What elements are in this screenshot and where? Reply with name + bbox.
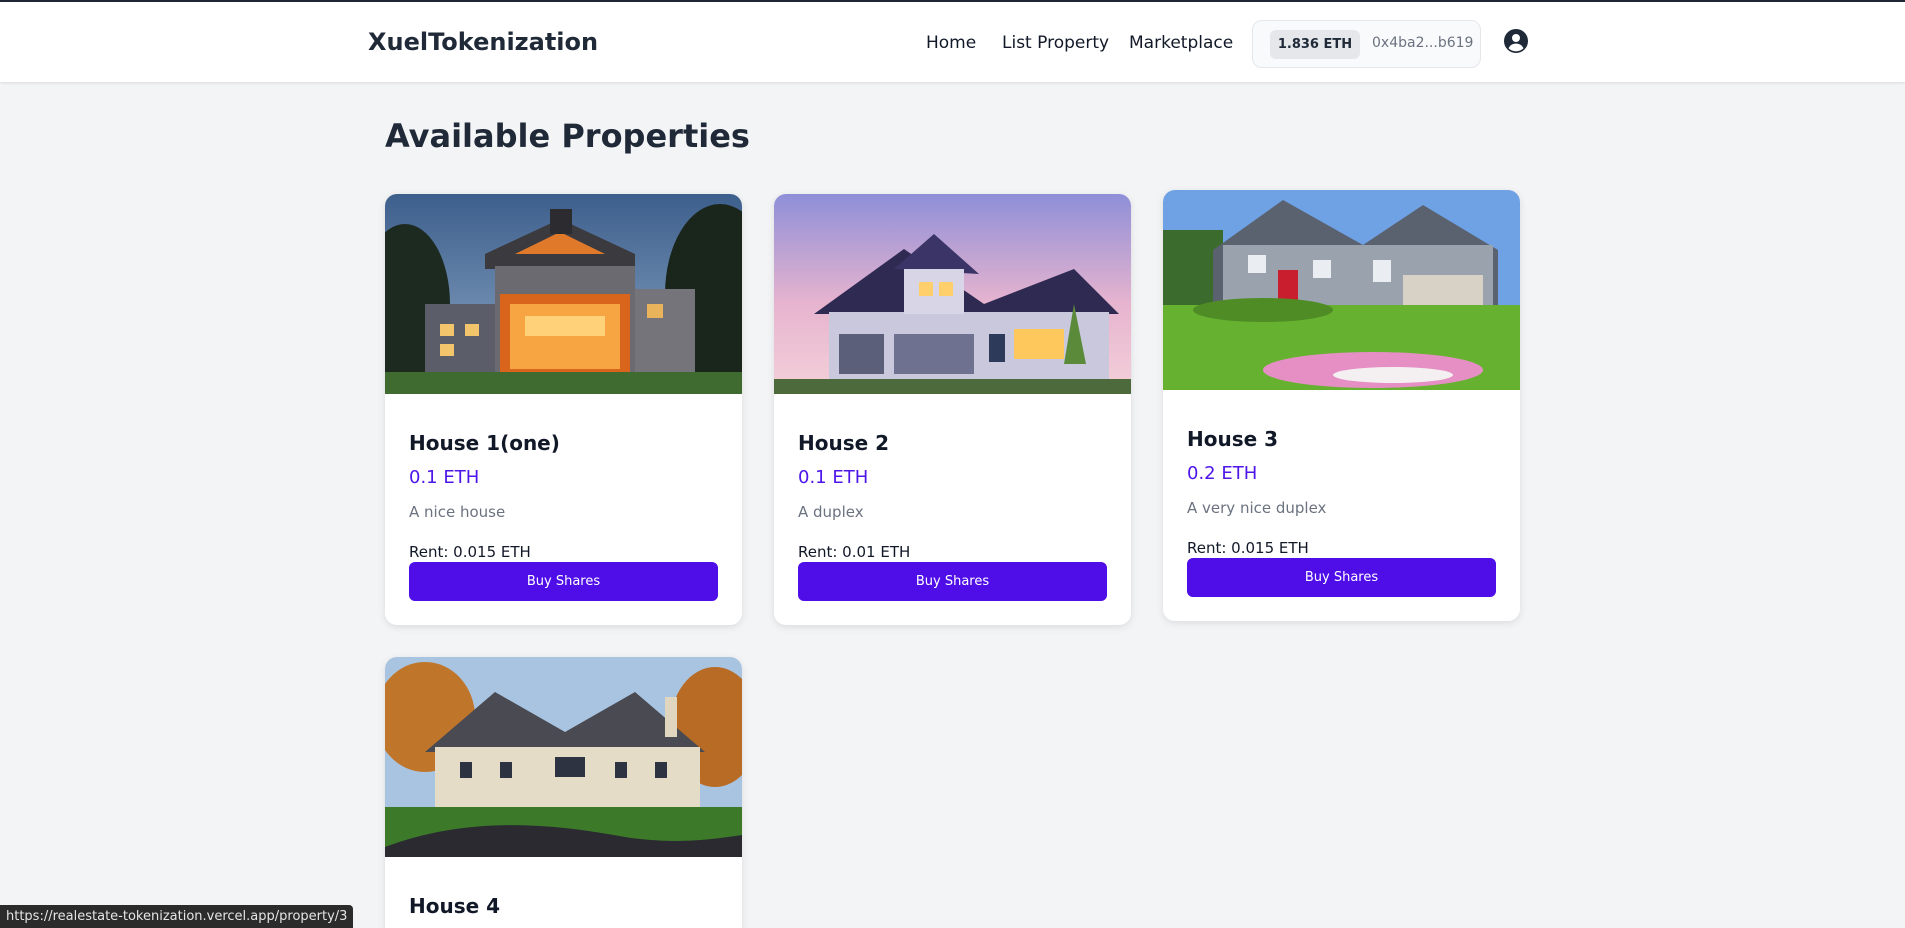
property-card[interactable]: House 1(one) 0.1 ETH A nice house Rent: … [385,194,742,625]
property-card[interactable]: House 3 0.2 ETH A very nice duplex Rent:… [1163,190,1520,621]
brand-logo[interactable]: XuelTokenization [368,28,598,56]
nav-link-home[interactable]: Home [926,33,976,53]
property-price: 0.2 ETH [1187,463,1258,484]
property-title[interactable]: House 2 [798,431,889,455]
wallet-balance: 1.836 ETH [1270,30,1360,59]
property-image-garden-house[interactable] [1163,190,1520,390]
property-image-modern-house[interactable] [385,194,742,394]
user-circle-icon[interactable] [1504,29,1528,53]
property-description: A nice house [409,503,506,521]
property-price: 0.1 ETH [798,467,869,488]
nav-link-list-property[interactable]: List Property [1002,33,1109,53]
property-description: A very nice duplex [1187,499,1327,517]
buy-shares-button[interactable]: Buy Shares [798,562,1107,601]
buy-shares-button[interactable]: Buy Shares [409,562,718,601]
property-title[interactable]: House 3 [1187,427,1278,451]
status-bar-url: https://realestate-tokenization.vercel.a… [0,905,354,928]
property-rent: Rent: 0.015 ETH [1187,539,1309,557]
property-price: 0.1 ETH [409,467,480,488]
property-card[interactable]: House 2 0.1 ETH A duplex Rent: 0.01 ETH … [774,194,1131,625]
property-image-mansion[interactable] [385,657,742,857]
nav-link-marketplace[interactable]: Marketplace [1129,33,1233,53]
page-title: Available Properties [385,117,750,155]
property-title[interactable]: House 1(one) [409,431,560,455]
wallet-widget[interactable]: 1.836 ETH 0x4ba2...b619 [1252,20,1481,68]
property-rent: Rent: 0.015 ETH [409,543,531,561]
property-title[interactable]: House 4 [409,894,500,918]
wallet-address: 0x4ba2...b619 [1372,35,1474,51]
property-card[interactable]: House 4 [385,657,742,928]
property-description: A duplex [798,503,864,521]
property-image-suburban-house[interactable] [774,194,1131,394]
property-rent: Rent: 0.01 ETH [798,543,911,561]
buy-shares-button[interactable]: Buy Shares [1187,558,1496,597]
navbar: XuelTokenization Home List Property Mark… [0,2,1905,82]
